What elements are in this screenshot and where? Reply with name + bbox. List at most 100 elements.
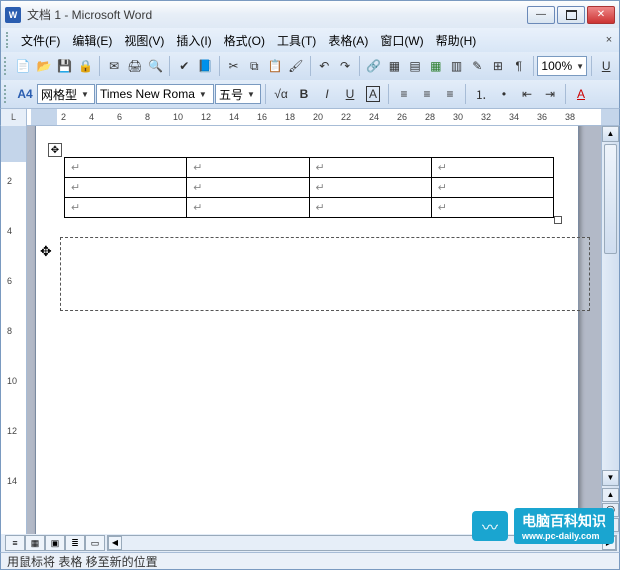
web-view-button[interactable]: ▦ <box>25 535 45 551</box>
copy-button[interactable] <box>244 55 264 77</box>
spellcheck-button[interactable] <box>174 55 194 77</box>
vruler-tick: 10 <box>7 376 17 386</box>
increase-indent-button[interactable] <box>539 83 561 105</box>
table-row[interactable]: ↵↵↵↵ <box>65 158 554 178</box>
bold-button[interactable]: B <box>293 83 315 105</box>
show-paragraph-button[interactable] <box>509 55 529 77</box>
insert-table-button[interactable] <box>405 55 425 77</box>
mail-button[interactable] <box>104 55 124 77</box>
underline-button[interactable]: U <box>339 83 361 105</box>
menu-insert[interactable]: 插入(I) <box>170 30 217 51</box>
menu-help[interactable]: 帮助(H) <box>430 30 483 51</box>
horizontal-ruler[interactable]: L 2468101214161820222426283032343638 <box>0 108 620 126</box>
menu-window[interactable]: 窗口(W) <box>374 30 429 51</box>
document-page[interactable]: ↵↵↵↵↵↵↵↵↵↵↵↵ ✥ <box>35 126 579 534</box>
document-map-button[interactable] <box>488 55 508 77</box>
styles-pane-button[interactable]: A4 <box>14 83 36 105</box>
print-button[interactable] <box>125 55 145 77</box>
redo-button[interactable] <box>335 55 355 77</box>
italic-button[interactable]: I <box>316 83 338 105</box>
table-cell[interactable]: ↵ <box>187 198 309 218</box>
toolbar-grip[interactable] <box>4 85 10 103</box>
menu-close-icon[interactable]: × <box>601 32 617 48</box>
menu-tools[interactable]: 工具(T) <box>271 30 322 51</box>
align-left-button[interactable] <box>393 83 415 105</box>
table-cell[interactable]: ↵ <box>431 178 553 198</box>
ruler-tick: 12 <box>201 112 211 122</box>
font-color-button[interactable]: A <box>570 83 592 105</box>
reading-view-button[interactable]: ▭ <box>85 535 105 551</box>
font-dropdown[interactable]: Times New Roma▼ <box>96 84 214 104</box>
zoom-dropdown[interactable]: 100%▼ <box>537 56 587 76</box>
table-cell[interactable]: ↵ <box>65 198 187 218</box>
scroll-up-arrow-icon[interactable]: ▲ <box>602 126 619 142</box>
close-button[interactable]: ✕ <box>587 6 615 24</box>
paste-button[interactable] <box>265 55 285 77</box>
ruler-corner-tab-selector[interactable]: L <box>1 109 27 126</box>
table-row[interactable]: ↵↵↵↵ <box>65 198 554 218</box>
scroll-down-arrow-icon[interactable]: ▼ <box>602 470 619 486</box>
separator <box>591 56 592 76</box>
ruler-tick: 22 <box>341 112 351 122</box>
table-cell[interactable]: ↵ <box>187 158 309 178</box>
table-move-handle[interactable] <box>48 143 62 157</box>
insert-excel-button[interactable] <box>426 55 446 77</box>
menu-table[interactable]: 表格(A) <box>322 30 374 51</box>
minimize-button[interactable]: — <box>527 6 555 24</box>
table-resize-handle[interactable] <box>554 216 562 224</box>
columns-button[interactable] <box>447 55 467 77</box>
numbered-list-button[interactable] <box>470 83 492 105</box>
menu-edit[interactable]: 编辑(E) <box>66 30 118 51</box>
toolbar-grip[interactable] <box>4 57 10 75</box>
menu-file[interactable]: 文件(F) <box>15 30 66 51</box>
equation-button[interactable]: √α <box>270 83 292 105</box>
table-cell[interactable]: ↵ <box>309 198 431 218</box>
table-cell[interactable]: ↵ <box>431 198 553 218</box>
align-right-button[interactable] <box>439 83 461 105</box>
new-doc-button[interactable] <box>14 55 34 77</box>
table-cell[interactable]: ↵ <box>309 158 431 178</box>
vruler-tick: 14 <box>7 476 17 486</box>
format-painter-button[interactable] <box>286 55 306 77</box>
font-size-dropdown[interactable]: 五号▼ <box>215 84 261 104</box>
undo-button[interactable] <box>314 55 334 77</box>
menubar-grip[interactable] <box>6 32 12 48</box>
table-row[interactable]: ↵↵↵↵ <box>65 178 554 198</box>
character-border-button[interactable]: A <box>362 83 384 105</box>
permission-button[interactable] <box>76 55 96 77</box>
normal-view-button[interactable]: ≡ <box>5 535 25 551</box>
table-cell[interactable]: ↵ <box>187 178 309 198</box>
hyperlink-button[interactable] <box>364 55 384 77</box>
drawing-button[interactable] <box>467 55 487 77</box>
table-cell[interactable]: ↵ <box>309 178 431 198</box>
tables-borders-button[interactable] <box>385 55 405 77</box>
align-center-button[interactable] <box>416 83 438 105</box>
open-button[interactable] <box>34 55 54 77</box>
word-table[interactable]: ↵↵↵↵↵↵↵↵↵↵↵↵ <box>64 157 554 218</box>
table-cell[interactable]: ↵ <box>431 158 553 178</box>
bullet-list-button[interactable] <box>493 83 515 105</box>
ruler-tick: 32 <box>481 112 491 122</box>
table-cell[interactable]: ↵ <box>65 178 187 198</box>
vertical-ruler[interactable]: 2468101214 <box>1 126 27 534</box>
document-scroll-area[interactable]: ↵↵↵↵↵↵↵↵↵↵↵↵ ✥ <box>27 126 601 534</box>
style-dropdown[interactable]: 网格型▼ <box>37 84 95 104</box>
decrease-indent-button[interactable] <box>516 83 538 105</box>
watermark-badge-icon: 〰 <box>472 511 508 541</box>
vertical-scrollbar[interactable]: ▲ ▼ ▲ ◯ ▼ <box>601 126 619 534</box>
menu-format[interactable]: 格式(O) <box>218 30 271 51</box>
underline-button-overflow[interactable]: U <box>596 55 616 77</box>
prev-page-button[interactable]: ▲ <box>602 488 619 502</box>
research-button[interactable] <box>195 55 215 77</box>
outline-view-button[interactable]: ≣ <box>65 535 85 551</box>
save-button[interactable] <box>55 55 75 77</box>
font-size-value: 五号 <box>219 86 243 103</box>
print-layout-view-button[interactable]: ▣ <box>45 535 65 551</box>
menu-view[interactable]: 视图(V) <box>118 30 170 51</box>
print-preview-button[interactable] <box>146 55 166 77</box>
table-cell[interactable]: ↵ <box>65 158 187 178</box>
cut-button[interactable] <box>224 55 244 77</box>
maximize-button[interactable] <box>557 6 585 24</box>
scroll-thumb[interactable] <box>604 144 617 254</box>
menu-bar: 文件(F) 编辑(E) 视图(V) 插入(I) 格式(O) 工具(T) 表格(A… <box>0 28 620 52</box>
